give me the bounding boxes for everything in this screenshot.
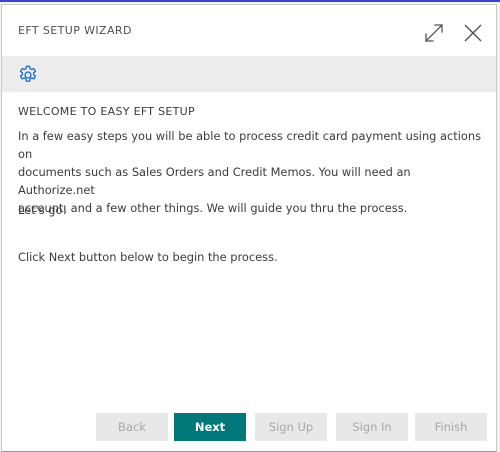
close-icon: [464, 24, 482, 42]
wizard-dialog: EFT SETUP WIZARD WELCOME TO EASY EFT SET…: [1, 4, 497, 452]
lets-go-text: Let's go!: [18, 203, 68, 217]
finish-button[interactable]: Finish: [415, 413, 487, 441]
intro-line: In a few easy steps you will be able to …: [18, 129, 482, 161]
gear-icon: [19, 65, 37, 82]
next-button[interactable]: Next: [174, 413, 246, 441]
dialog-title: EFT SETUP WIZARD: [18, 24, 132, 37]
close-button[interactable]: [462, 22, 484, 44]
welcome-heading: WELCOME TO EASY EFT SETUP: [18, 105, 195, 118]
intro-line: documents such as Sales Orders and Credi…: [18, 165, 411, 197]
instruction-text: Click Next button below to begin the pro…: [18, 250, 278, 264]
expand-button[interactable]: [423, 22, 445, 44]
sign-up-button[interactable]: Sign Up: [255, 413, 327, 441]
settings-button[interactable]: [17, 64, 39, 86]
sign-in-button[interactable]: Sign In: [336, 413, 408, 441]
expand-icon: [425, 24, 443, 42]
back-button[interactable]: Back: [96, 413, 168, 441]
action-toolbar: [2, 56, 496, 92]
window-frame: EFT SETUP WIZARD WELCOME TO EASY EFT SET…: [0, 0, 500, 452]
